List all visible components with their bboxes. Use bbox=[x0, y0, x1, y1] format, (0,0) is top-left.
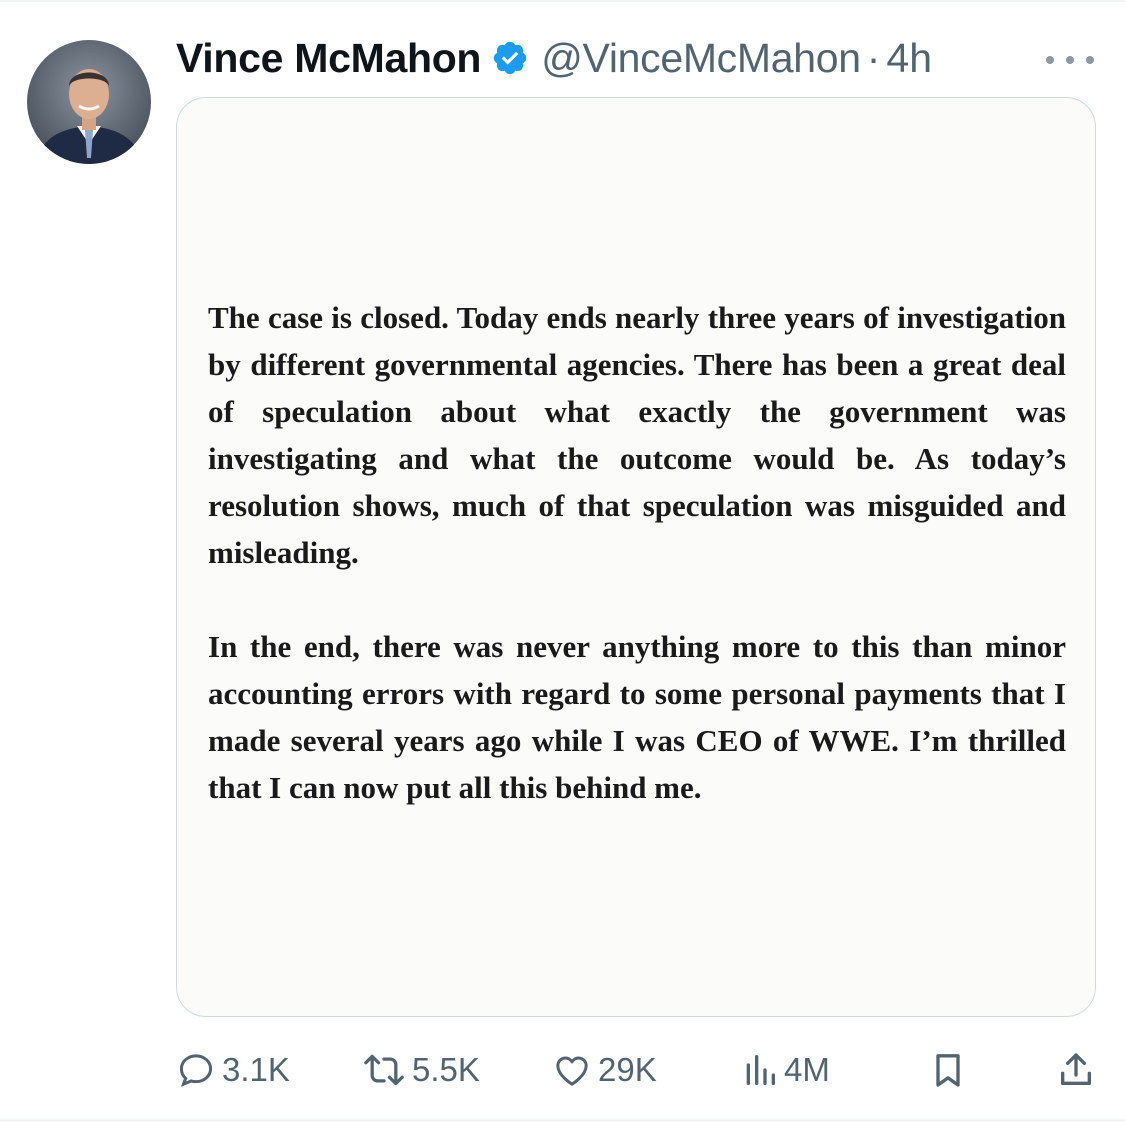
reply-button[interactable]: 3.1K bbox=[176, 1040, 290, 1100]
views-count: 4M bbox=[784, 1051, 830, 1088]
share-button[interactable] bbox=[1056, 1040, 1096, 1100]
reply-icon bbox=[179, 1054, 213, 1087]
tweet-actions-bar: 3.1K 5.5K 29K 4M bbox=[0, 1040, 1125, 1100]
like-button[interactable]: 29K bbox=[552, 1040, 657, 1100]
views-button[interactable]: 4M bbox=[742, 1040, 830, 1100]
tweet-header: Vince McMahon @VinceMcMahon · 4h bbox=[176, 30, 932, 86]
more-dot bbox=[1046, 56, 1054, 64]
author-name[interactable]: Vince McMahon bbox=[176, 35, 481, 82]
heart-icon bbox=[556, 1056, 588, 1086]
statement-paragraph-1: The case is closed. Today ends nearly th… bbox=[208, 300, 1066, 570]
like-count: 29K bbox=[598, 1051, 657, 1088]
verified-badge-icon bbox=[491, 39, 529, 77]
views-icon bbox=[746, 1055, 775, 1085]
reply-count: 3.1K bbox=[222, 1051, 290, 1088]
profile-photo-icon bbox=[27, 40, 151, 164]
more-dot bbox=[1066, 56, 1074, 64]
bookmark-icon bbox=[936, 1054, 960, 1087]
more-dot bbox=[1086, 56, 1094, 64]
author-avatar[interactable] bbox=[27, 40, 151, 164]
tweet-media-image[interactable]: The case is closed. Today ends nearly th… bbox=[176, 97, 1096, 1017]
bookmark-button[interactable] bbox=[928, 1040, 968, 1100]
repost-count: 5.5K bbox=[412, 1051, 480, 1088]
share-icon bbox=[1061, 1053, 1091, 1085]
tweet-timestamp[interactable]: 4h bbox=[886, 35, 932, 82]
repost-icon bbox=[364, 1054, 404, 1086]
author-handle[interactable]: @VinceMcMahon bbox=[541, 35, 861, 82]
statement-paragraph-2: In the end, there was never anything mor… bbox=[208, 629, 1066, 805]
more-options-icon[interactable] bbox=[1046, 46, 1094, 74]
repost-button[interactable]: 5.5K bbox=[362, 1040, 480, 1100]
top-divider bbox=[0, 0, 1125, 2]
separator-dot: · bbox=[866, 34, 881, 81]
bottom-divider bbox=[0, 1119, 1125, 1121]
